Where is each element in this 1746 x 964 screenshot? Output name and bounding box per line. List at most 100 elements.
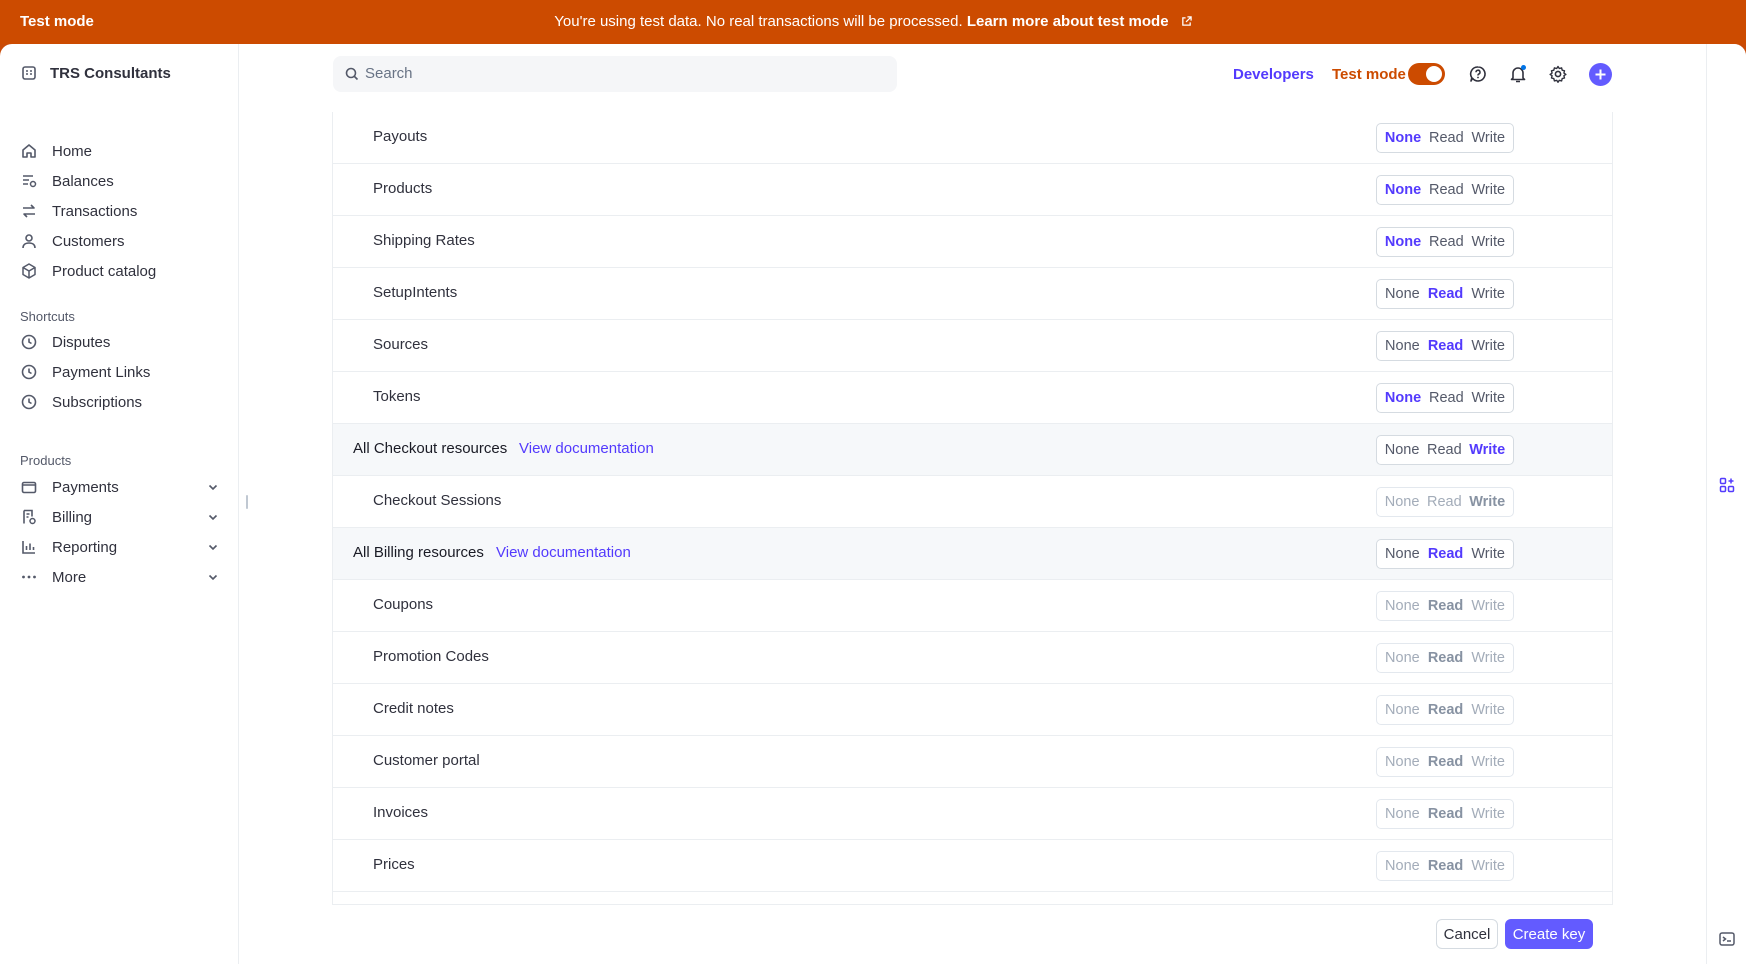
permission-option-read[interactable]: Read (1429, 234, 1464, 250)
permission-option-none[interactable]: None (1385, 130, 1421, 146)
products-heading: Products (20, 453, 72, 468)
app-shell: TRS Consultants Home Balances Transactio… (0, 44, 1746, 964)
clock-icon (21, 334, 37, 350)
permission-option-none[interactable]: None (1385, 390, 1421, 406)
permission-selector[interactable]: None Read Write (1376, 279, 1514, 309)
permission-selector[interactable]: None Read Write (1376, 227, 1514, 257)
permission-option-none[interactable]: None (1385, 286, 1420, 302)
resource-name: Coupons (373, 596, 434, 613)
permission-option-read[interactable]: Read (1429, 130, 1464, 146)
test-mode-toggle[interactable] (1408, 63, 1445, 85)
permission-option-read[interactable]: Read (1428, 286, 1463, 302)
shortcut-payment-links[interactable]: Payment Links (20, 360, 220, 384)
sidebar-item-label: Balances (52, 172, 114, 190)
sidebar-item-product-catalog[interactable]: Product catalog (20, 259, 220, 283)
permission-option-none[interactable]: None (1385, 546, 1420, 562)
permission-option-none[interactable]: None (1385, 338, 1420, 354)
permission-selector[interactable]: None Read Write (1376, 123, 1514, 153)
permission-option-write: Write (1471, 598, 1505, 614)
building-icon (22, 66, 36, 80)
shortcuts-heading: Shortcuts (20, 309, 75, 324)
permission-option-none: None (1385, 702, 1420, 718)
permission-option-none[interactable]: None (1385, 234, 1421, 250)
permission-option-read[interactable]: Read (1428, 546, 1463, 562)
resource-name: Customer portal (373, 752, 480, 769)
ellipsis-icon (22, 575, 36, 579)
permission-option-write[interactable]: Write (1471, 546, 1505, 562)
search-placeholder: Search (365, 65, 413, 82)
cancel-button[interactable]: Cancel (1436, 919, 1498, 949)
permission-option-write[interactable]: Write (1471, 234, 1505, 250)
permission-selector[interactable]: None Read Write (1376, 435, 1514, 465)
permission-selector[interactable]: None Read Write (1376, 331, 1514, 361)
test-mode-label: Test mode (1332, 66, 1406, 83)
sidebar-item-more[interactable]: More (20, 565, 220, 589)
create-key-button[interactable]: Create key (1505, 919, 1593, 949)
permission-selector[interactable]: None Read Write (1376, 175, 1514, 205)
developers-link[interactable]: Developers (1233, 66, 1314, 83)
permission-selector[interactable]: None Read Write (1376, 539, 1514, 569)
sidebar: TRS Consultants Home Balances Transactio… (0, 44, 239, 964)
resource-name: Credit notes (373, 700, 454, 717)
resource-name: Promotion Codes (373, 648, 489, 665)
permission-option-write[interactable]: Write (1471, 390, 1505, 406)
chevron-down-icon (208, 514, 218, 521)
banner-message-wrap: You're using test data. No real transact… (0, 13, 1746, 30)
permission-selector[interactable]: None Read Write (1376, 383, 1514, 413)
sidebar-item-label: Home (52, 142, 93, 160)
resource-name: Shipping Rates (373, 232, 475, 249)
bell-icon[interactable] (1508, 64, 1528, 84)
permission-option-write[interactable]: Write (1469, 442, 1505, 458)
view-documentation-link[interactable]: View documentation (519, 440, 654, 457)
shortcut-disputes[interactable]: Disputes (20, 330, 220, 354)
gear-icon[interactable] (1548, 64, 1568, 84)
sidebar-item-billing[interactable]: Billing (20, 505, 220, 529)
permission-selector: None Read Write (1376, 695, 1514, 725)
terminal-icon[interactable] (1718, 930, 1736, 948)
resource-name: Tokens (373, 388, 421, 405)
sidebar-item-customers[interactable]: Customers (20, 229, 220, 253)
permission-option-none[interactable]: None (1385, 182, 1421, 198)
resource-name: Sources (373, 336, 429, 353)
view-documentation-link[interactable]: View documentation (496, 544, 631, 561)
permission-option-write[interactable]: Write (1471, 182, 1505, 198)
sidebar-item-label: Disputes (52, 333, 111, 351)
permission-option-read[interactable]: Read (1427, 442, 1462, 458)
help-icon[interactable] (1468, 64, 1488, 84)
chevron-down-icon (208, 484, 218, 491)
resource-row: Promotion Codes None Read Write (333, 632, 1612, 684)
sidebar-item-transactions[interactable]: Transactions (20, 199, 220, 223)
permission-option-read[interactable]: Read (1428, 338, 1463, 354)
learn-more-link[interactable]: Learn more about test mode (967, 13, 1169, 30)
permission-option-read: Read (1427, 598, 1464, 614)
resource-row: Sources None Read Write (333, 320, 1612, 372)
sidebar-item-home[interactable]: Home (20, 139, 220, 163)
create-new-button[interactable] (1589, 63, 1612, 86)
chevron-down-icon (208, 544, 218, 551)
top-bar: Search Developers Test mode (240, 44, 1706, 112)
sidebar-item-reporting[interactable]: Reporting (20, 535, 220, 559)
sidebar-resize-handle[interactable] (246, 495, 248, 509)
external-link-icon[interactable] (1181, 16, 1192, 27)
permission-option-read[interactable]: Read (1429, 182, 1464, 198)
resource-row: Prices None Read Write (333, 840, 1612, 892)
sidebar-item-payments[interactable]: Payments (20, 475, 220, 499)
permission-option-write: Write (1471, 650, 1505, 666)
resource-row: SetupIntents None Read Write (333, 268, 1612, 320)
permission-option-none[interactable]: None (1385, 442, 1420, 458)
permission-option-write[interactable]: Write (1471, 130, 1505, 146)
shortcut-subscriptions[interactable]: Subscriptions (20, 390, 220, 414)
permission-option-read[interactable]: Read (1429, 390, 1464, 406)
sidebar-item-balances[interactable]: Balances (20, 169, 220, 193)
sidebar-item-label: Billing (52, 508, 93, 526)
permission-option-write[interactable]: Write (1471, 338, 1505, 354)
clock-icon (21, 364, 37, 380)
sidebar-item-label: Reporting (52, 538, 118, 556)
account-switcher[interactable]: TRS Consultants (20, 64, 171, 82)
permission-option-read: Read (1426, 494, 1462, 510)
permission-option-write[interactable]: Write (1471, 286, 1505, 302)
right-rail (1706, 44, 1746, 964)
permission-selector: None Read Write (1376, 851, 1514, 881)
search-input[interactable]: Search (333, 56, 897, 92)
apps-icon[interactable] (1718, 476, 1736, 494)
